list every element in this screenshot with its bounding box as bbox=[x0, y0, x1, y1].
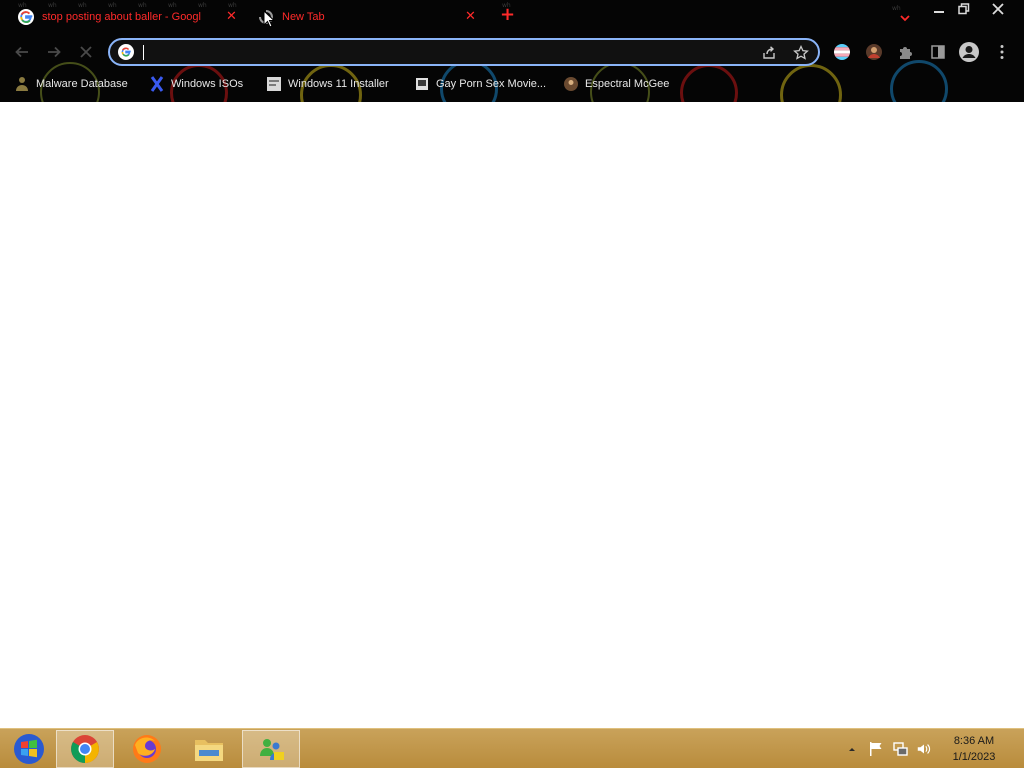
close-window-button[interactable] bbox=[984, 0, 1012, 17]
folder-icon bbox=[195, 740, 223, 761]
bookmark-windows-isos[interactable]: Windows ISOs bbox=[149, 74, 243, 94]
mouse-cursor-icon bbox=[263, 10, 275, 28]
bookmark-star-button[interactable] bbox=[792, 44, 810, 62]
x-logo-icon bbox=[149, 76, 165, 92]
new-tab-button[interactable]: + bbox=[500, 6, 515, 24]
bookmark-label: Malware Database bbox=[36, 78, 128, 90]
tab-close-button[interactable]: ✕ bbox=[465, 10, 476, 23]
arrow-right-icon bbox=[48, 46, 61, 58]
windows-logo-icon bbox=[14, 734, 44, 764]
bookmark-label: Gay Porn Sex Movie... bbox=[436, 78, 547, 90]
restore-icon bbox=[958, 2, 970, 14]
tab-search-button[interactable] bbox=[898, 10, 912, 24]
profile-photo-icon bbox=[866, 44, 882, 60]
taskbar: 8:36 AM 1/1/2023 bbox=[0, 728, 1024, 768]
kebab-menu-icon bbox=[1000, 45, 1004, 59]
stop-button[interactable] bbox=[74, 40, 98, 64]
network-icon bbox=[893, 742, 908, 756]
taskbar-file-explorer[interactable] bbox=[180, 730, 238, 768]
avatar-icon bbox=[563, 76, 579, 92]
extension-button[interactable] bbox=[831, 41, 853, 63]
address-bar[interactable] bbox=[108, 38, 820, 66]
person-icon bbox=[14, 76, 30, 92]
users-icon bbox=[260, 739, 284, 760]
chrome-icon bbox=[71, 735, 99, 763]
back-button[interactable] bbox=[10, 40, 34, 64]
chevron-up-icon bbox=[849, 748, 855, 751]
tab-google-search[interactable]: stop posting about baller - Googl ✕ bbox=[18, 5, 242, 29]
arrow-left-icon bbox=[15, 46, 28, 58]
volume-icon bbox=[917, 744, 931, 754]
bookmark-espectral-mcgee[interactable]: Espectral McGee bbox=[563, 74, 669, 94]
menu-button[interactable] bbox=[991, 41, 1013, 63]
taskbar-users-app[interactable] bbox=[242, 730, 300, 768]
profile-button[interactable] bbox=[958, 41, 980, 63]
extensions-menu-button[interactable] bbox=[895, 41, 917, 63]
share-button[interactable] bbox=[760, 44, 778, 62]
theme-decoration bbox=[890, 60, 948, 102]
bookmark-label: Windows 11 Installer bbox=[288, 78, 389, 90]
share-icon bbox=[763, 46, 775, 59]
bookmark-label: Espectral McGee bbox=[585, 78, 670, 90]
tab-new-tab[interactable]: New Tab ✕ bbox=[258, 5, 482, 29]
site-icon bbox=[414, 76, 430, 92]
action-center-button[interactable] bbox=[868, 741, 884, 757]
minimize-button[interactable] bbox=[928, 0, 950, 17]
show-hidden-icons-button[interactable] bbox=[844, 741, 860, 757]
extension-button[interactable] bbox=[863, 41, 885, 63]
text-caret bbox=[143, 45, 144, 60]
page-icon bbox=[266, 76, 282, 92]
chevron-down-icon bbox=[900, 15, 910, 22]
tab-title: New Tab bbox=[282, 11, 325, 23]
theme-decoration bbox=[680, 64, 738, 102]
side-panel-icon bbox=[931, 45, 945, 59]
screen: wh wh wh wh wh wh wh wh wh wh stop posti… bbox=[0, 0, 1024, 768]
browser-frame: wh wh wh wh wh wh wh wh wh wh stop posti… bbox=[0, 0, 1024, 102]
bookmark-malware-database[interactable]: Malware Database bbox=[14, 74, 128, 94]
clock-time: 8:36 AM bbox=[953, 735, 995, 747]
trans-flag-icon bbox=[834, 44, 850, 60]
firefox-icon bbox=[133, 735, 161, 763]
account-circle-icon bbox=[959, 42, 979, 62]
taskbar-chrome[interactable] bbox=[56, 730, 114, 768]
address-input[interactable] bbox=[142, 43, 742, 61]
taskbar-firefox[interactable] bbox=[118, 730, 176, 768]
start-button[interactable] bbox=[0, 730, 58, 768]
clock[interactable]: 8:36 AM 1/1/2023 bbox=[944, 733, 1004, 765]
side-panel-button[interactable] bbox=[927, 41, 949, 63]
star-icon bbox=[793, 45, 809, 60]
bookmark-windows-11-installer[interactable]: Windows 11 Installer bbox=[266, 74, 389, 94]
bookmark-site[interactable]: Gay Porn Sex Movie... bbox=[414, 74, 546, 94]
blank-page bbox=[0, 102, 1024, 728]
bookmark-label: Windows ISOs bbox=[171, 78, 244, 90]
google-g-icon bbox=[18, 9, 34, 25]
network-button[interactable] bbox=[892, 741, 908, 757]
flag-icon bbox=[870, 742, 882, 756]
theme-decoration bbox=[780, 64, 842, 102]
tab-close-button[interactable]: ✕ bbox=[226, 10, 237, 23]
forward-button[interactable] bbox=[42, 40, 66, 64]
puzzle-icon bbox=[900, 47, 912, 59]
clock-date: 1/1/2023 bbox=[952, 751, 996, 763]
tab-title: stop posting about baller - Googl bbox=[42, 11, 201, 23]
google-g-icon bbox=[118, 44, 134, 60]
close-icon bbox=[80, 46, 92, 58]
volume-button[interactable] bbox=[916, 741, 932, 757]
minimize-icon bbox=[934, 10, 944, 13]
restore-button[interactable] bbox=[953, 0, 975, 17]
close-icon bbox=[992, 2, 1004, 15]
